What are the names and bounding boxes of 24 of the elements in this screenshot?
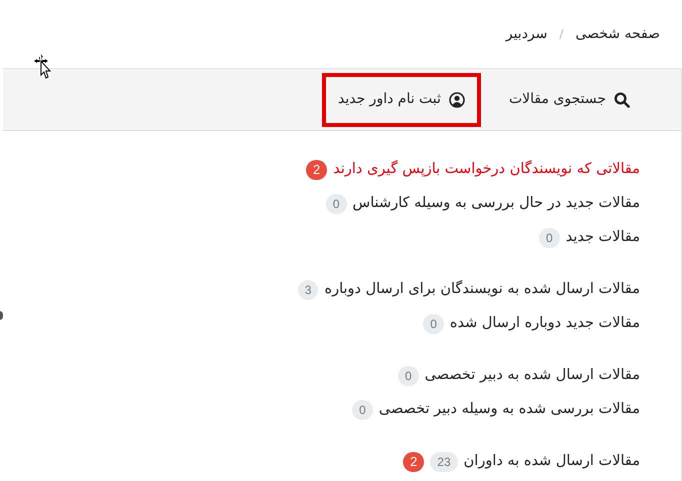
article-list-link[interactable]: مقالات ارسال شده به نویسندگان برای ارسال دوباره <box>324 279 640 301</box>
article-list-link[interactable]: مقالاتی که نویسندگان درخواست بازپس گیری دارند <box>333 159 640 181</box>
register-reviewer-button[interactable]: ثبت نام داور جدید <box>322 72 481 126</box>
count-badge: 3 <box>298 280 318 300</box>
alert-badge: 2 <box>403 452 424 472</box>
count-badge: 0 <box>539 228 560 248</box>
article-list-link[interactable]: مقالات جدید <box>566 227 640 249</box>
breadcrumb-separator: / <box>559 26 564 43</box>
search-articles-button[interactable]: جستجوی مقالات <box>492 72 646 126</box>
count-badge: 0 <box>352 400 373 420</box>
search-icon <box>614 92 630 108</box>
article-list-link[interactable]: مقالات ارسال شده به داوران <box>464 451 640 473</box>
count-badge: 0 <box>398 366 419 386</box>
article-list-link[interactable]: مقالات جدید در حال بررسی به وسیله کارشناس <box>352 193 640 215</box>
breadcrumb-link[interactable]: صفحه شخصی <box>575 24 660 44</box>
count-badge: 23 <box>430 452 458 472</box>
count-badge: 0 <box>423 314 444 334</box>
breadcrumb-link[interactable]: سردبیر <box>506 24 548 44</box>
alert-badge: 2 <box>306 160 328 180</box>
count-badge: 0 <box>326 194 347 214</box>
article-list-link[interactable]: مقالات جدید دوباره ارسال شده <box>450 313 640 335</box>
article-list-link[interactable]: مقالات ارسال شده به دبیر تخصصی <box>424 365 640 387</box>
article-list-link[interactable]: مقالات بررسی شده به وسیله دبیر تخصصی <box>378 399 640 421</box>
user-icon <box>448 92 465 108</box>
